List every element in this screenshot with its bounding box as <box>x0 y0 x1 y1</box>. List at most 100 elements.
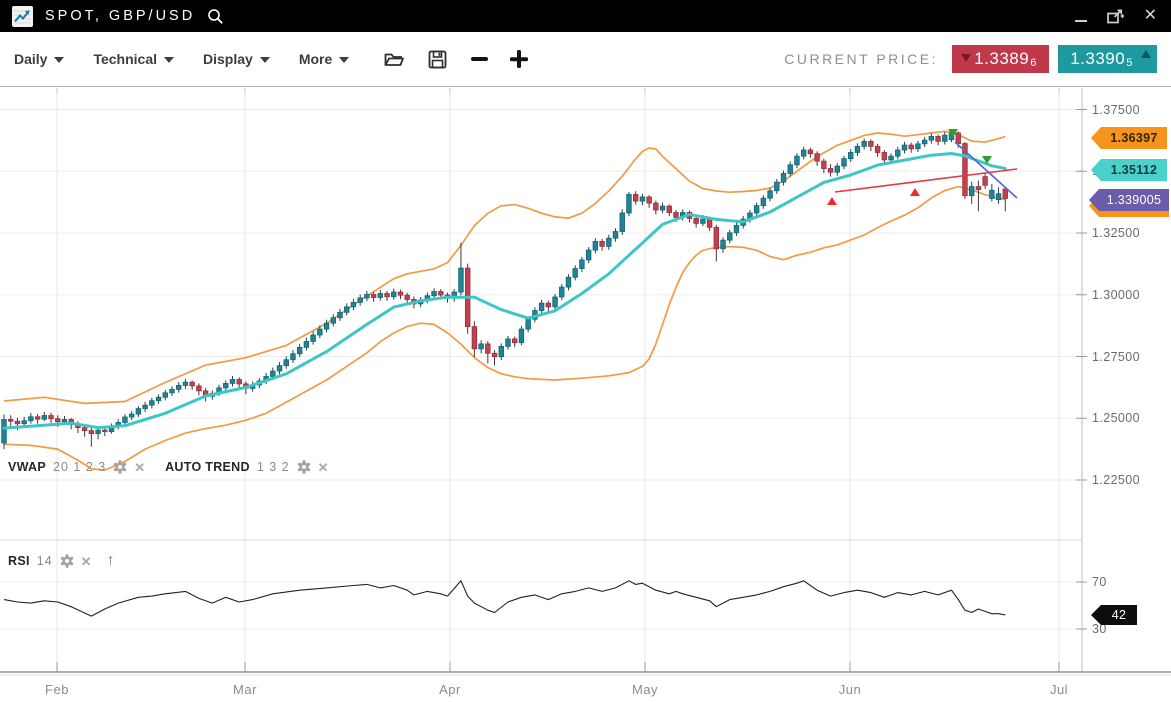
chevron-down-icon <box>164 57 174 63</box>
price-axis-label: 1.32500 <box>1092 226 1140 240</box>
candle-up <box>922 140 927 144</box>
candle-up <box>459 268 464 292</box>
candle-up <box>889 156 894 160</box>
candle-up <box>223 383 228 387</box>
open-folder-button[interactable] <box>384 51 404 68</box>
price-axis-label: 1.25000 <box>1092 411 1140 425</box>
technical-dropdown[interactable]: Technical <box>93 51 174 67</box>
save-button[interactable] <box>428 50 447 69</box>
bid-price-badge: 1.3389 6 <box>952 45 1049 73</box>
price-up-arrow-icon <box>1141 50 1151 58</box>
vwap-settings-gear-icon[interactable] <box>113 460 127 474</box>
zoom-in-button[interactable] <box>510 50 528 68</box>
candle-up <box>96 430 101 433</box>
candle-up <box>539 303 544 310</box>
candle-up <box>586 250 591 260</box>
zoom-out-button[interactable] <box>471 57 488 61</box>
candle-down <box>633 194 638 201</box>
candle-down <box>822 161 827 168</box>
candle-down <box>714 227 719 248</box>
candle-up <box>499 346 504 356</box>
candle-up <box>781 173 786 182</box>
vwap-remove-icon[interactable]: ✕ <box>134 461 145 474</box>
candle-up <box>895 150 900 156</box>
candle-up <box>176 385 181 389</box>
candle-up <box>123 417 128 422</box>
rsi-move-up-icon[interactable]: ↑ <box>107 553 115 569</box>
rsi-settings-gear-icon[interactable] <box>60 554 74 568</box>
candle-up <box>358 298 363 302</box>
candle-up <box>136 409 141 414</box>
candle-up <box>271 371 276 376</box>
candle-down <box>8 419 13 421</box>
price-axis-label: 1.37500 <box>1092 103 1140 117</box>
candle-down <box>190 382 195 386</box>
candle-up <box>391 292 396 297</box>
bid-price-value: 1.3389 <box>974 49 1029 69</box>
autotrend-indicator-label: AUTO TREND <box>165 460 250 474</box>
popout-window-button[interactable] <box>1107 9 1124 24</box>
chart-area[interactable]: VWAP 20 1 2 3 ✕ AUTO TREND 1 3 2 ✕ RSI 1… <box>0 88 1171 702</box>
candle-up <box>42 416 47 420</box>
candle-up <box>727 233 732 240</box>
candle-up <box>855 146 860 152</box>
chevron-down-icon <box>260 57 270 63</box>
technical-dropdown-label: Technical <box>93 51 157 67</box>
candle-up <box>22 421 27 424</box>
close-window-button[interactable]: ✕ <box>1144 8 1157 24</box>
autotrend-settings-gear-icon[interactable] <box>297 460 311 474</box>
price-down-arrow-icon <box>961 54 971 62</box>
candle-up <box>566 277 571 287</box>
candle-down <box>371 295 376 298</box>
candle-down <box>385 294 390 297</box>
timeframe-dropdown[interactable]: Daily <box>14 51 64 67</box>
display-dropdown[interactable]: Display <box>203 51 270 67</box>
candle-up <box>640 197 645 201</box>
last-price-badge: 1.339005 <box>1089 189 1169 211</box>
chevron-down-icon <box>54 57 64 63</box>
candle-down <box>654 203 659 210</box>
rsi-remove-icon[interactable]: ✕ <box>81 555 92 568</box>
price-axis-label: 1.27500 <box>1092 350 1140 364</box>
candle-up <box>801 150 806 156</box>
autotrend-remove-icon[interactable]: ✕ <box>318 461 329 474</box>
candle-up <box>170 389 175 392</box>
autotrend-indicator-params: 1 3 2 <box>257 460 290 474</box>
candle-up <box>734 225 739 232</box>
ask-price-value: 1.3390 <box>1070 49 1125 69</box>
candle-down <box>647 197 652 203</box>
symbol-title: SPOT, GBP/USD <box>45 8 195 24</box>
candle-up <box>613 232 618 239</box>
ask-price-pip: 5 <box>1126 57 1133 69</box>
candle-up <box>62 419 67 421</box>
vwap-price-badge: 1.35112 <box>1091 159 1167 181</box>
candle-up <box>559 287 564 297</box>
rsi-indicator-params: 14 <box>37 554 53 568</box>
rsi-indicator-label: RSI <box>8 554 30 568</box>
search-icon[interactable] <box>207 8 224 25</box>
candle-up <box>156 397 161 400</box>
candle-down <box>936 136 941 141</box>
candle-down <box>875 146 880 152</box>
candle-down <box>237 379 242 383</box>
price-chart-canvas[interactable] <box>0 88 1171 702</box>
candle-up <box>143 405 148 408</box>
candle-down <box>546 303 551 307</box>
candle-up <box>775 182 780 191</box>
candle-down <box>197 386 202 391</box>
month-axis-label: Feb <box>35 682 79 697</box>
candle-up <box>29 417 34 421</box>
candle-up <box>862 141 867 146</box>
candle-up <box>620 213 625 232</box>
candle-up <box>660 206 665 210</box>
candle-down <box>674 212 679 217</box>
candle-up <box>432 292 437 296</box>
candle-up <box>163 393 168 397</box>
more-dropdown[interactable]: More <box>299 51 349 67</box>
candle-up <box>593 241 598 250</box>
candle-down <box>89 431 94 434</box>
candle-up <box>318 329 323 335</box>
minimize-button[interactable] <box>1075 20 1087 22</box>
candle-up <box>761 198 766 205</box>
candle-down <box>15 421 20 423</box>
